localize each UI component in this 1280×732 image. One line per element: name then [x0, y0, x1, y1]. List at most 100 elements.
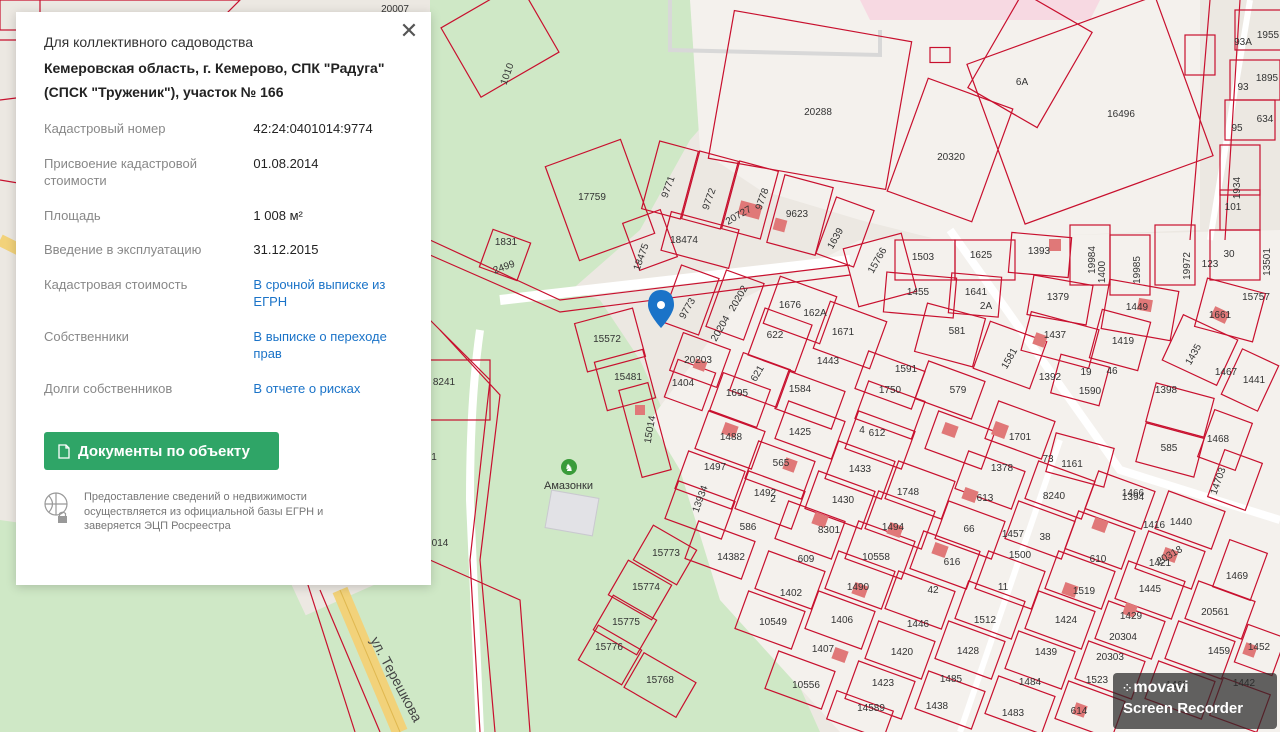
parcel-number-label: 1831 [495, 237, 518, 248]
parcel-number-label: 1497 [704, 462, 727, 473]
parcel-number-label: 1676 [779, 300, 802, 311]
parcel-number-label: 1695 [726, 388, 749, 399]
parcel-number-label: 1671 [832, 327, 855, 338]
parcel-number-label: 10558 [862, 552, 890, 563]
detail-row: Кадастровый номер 42:24:0401014:9774 [44, 120, 403, 138]
detail-link[interactable]: В выписке о переходе прав [253, 328, 403, 363]
parcel-number-label: 8240 [1043, 491, 1066, 502]
parcel-number-label: 1484 [1019, 677, 1042, 688]
detail-label: Присвоение кадастровой стоимости [44, 155, 198, 189]
document-icon [58, 443, 70, 459]
watermark-product: Screen Recorder [1123, 700, 1244, 717]
parcel-number-label: 1452 [1248, 642, 1271, 653]
close-icon[interactable]: ✕ [397, 20, 421, 44]
parcel-number-label: 46 [1106, 366, 1118, 377]
detail-label: Собственники [44, 328, 129, 344]
documents-button[interactable]: Документы по объекту [44, 432, 279, 470]
parcel-number-label: 581 [949, 326, 966, 337]
parcel-number-label: 586 [740, 522, 757, 533]
parcel-number-label: 9623 [786, 209, 809, 220]
parcel-number-label: 1406 [831, 615, 854, 626]
parcel-number-label: 15774 [632, 582, 660, 593]
parcel-number-label: 1407 [812, 644, 835, 655]
parcel-number-label: 2 [770, 494, 776, 505]
parcel-number-label: 1419 [1112, 336, 1135, 347]
detail-link[interactable]: В срочной выписке из ЕГРН [253, 276, 403, 311]
parcel-number-label: 1469 [1226, 571, 1249, 582]
parcel-number-label: 66 [963, 524, 975, 535]
parcel-number-label: 1503 [912, 252, 935, 263]
parcel-number-label: 1437 [1044, 330, 1067, 341]
parcel-number-label: 15773 [652, 548, 680, 559]
parcel-number-label: 1402 [780, 588, 803, 599]
parcel-number-label: 579 [950, 385, 967, 396]
parcel-number-label: 1445 [1139, 584, 1162, 595]
parcel-number-label: 1404 [672, 378, 695, 389]
parcel-number-label: 1459 [1208, 646, 1231, 657]
parcel-number-label: 1446 [907, 619, 930, 630]
parcel-number-label: 1392 [1039, 372, 1062, 383]
detail-value: 01.08.2014 [253, 155, 319, 171]
parcel-number-label: 1590 [1079, 386, 1102, 397]
parcel-number-label: 18474 [670, 235, 698, 246]
parcel-number-label: 1440 [1170, 517, 1193, 528]
parcel-number-label: 1584 [789, 384, 812, 395]
parcel-number-label: 20304 [1109, 632, 1137, 643]
parcel-number-label: 73 [1042, 454, 1054, 465]
parcel-number-label: 1934 [1232, 176, 1243, 199]
parcel-number-label: 4 [859, 425, 865, 436]
parcel-number-label: 6А [1016, 77, 1029, 88]
parcel-number-label: 1438 [926, 701, 949, 712]
parcel-number-label: 1423 [872, 678, 895, 689]
parcel-number-label: 1429 [1120, 611, 1143, 622]
parcel-number-label: 10556 [792, 680, 820, 691]
detail-label: Кадастровая стоимость [44, 276, 188, 292]
parcel-number-label: 15572 [593, 334, 621, 345]
detail-label: Кадастровый номер [44, 121, 166, 136]
parcel-number-label: 15768 [646, 675, 674, 686]
parcel-number-label: 19972 [1182, 252, 1193, 280]
property-details: Кадастровый номер 42:24:0401014:9774 Присв… [44, 120, 403, 397]
parcel-number-label: 15776 [595, 642, 623, 653]
parcel-number-label: 1512 [974, 615, 997, 626]
svg-text:♞: ♞ [565, 463, 574, 474]
parcel-number-label: 1378 [991, 463, 1014, 474]
parcel-number-label: 1466 [1122, 488, 1145, 499]
parcel-number-label: 1955 [1257, 30, 1280, 41]
parcel-number-label: 1494 [882, 522, 905, 533]
parcel-number-label: 1485 [940, 674, 963, 685]
detail-row: Собственники В выписке о переходе прав [44, 328, 403, 363]
detail-value: 1 008 м² [253, 207, 303, 223]
parcel-number-label: 93 [1237, 82, 1249, 93]
parcel-number-label: 1161 [1061, 459, 1083, 470]
parcel-number-label: 1701 [1009, 432, 1032, 443]
parcel-number-label: 1455 [907, 287, 930, 298]
parcel-number-label: 1468 [1207, 434, 1230, 445]
parcel-number-label: 1393 [1028, 246, 1051, 257]
detail-label: Площадь [44, 207, 101, 223]
parcel-number-label: 14589 [857, 703, 885, 714]
parcel-number-label: 1420 [891, 647, 914, 658]
detail-row: Кадастровая стоимость В срочной выписке и… [44, 276, 403, 311]
detail-row: Присвоение кадастровой стоимости 01.08.20… [44, 155, 403, 190]
disclaimer: Предоставление сведений о недвижимости о… [44, 490, 334, 534]
parcel-number-label: 20561 [1201, 607, 1229, 618]
detail-row: Долги собственников В отчете о рисках [44, 380, 403, 398]
detail-link[interactable]: В отчете о рисках [253, 380, 403, 398]
detail-value: 42:24:0401014:9774 [253, 121, 373, 136]
parcel-number-label: 1748 [897, 487, 920, 498]
parcel-number-label: 610 [1090, 554, 1107, 565]
parcel-number-label: 10549 [759, 617, 787, 628]
parcel-number-label: 20288 [804, 107, 832, 118]
parcel-number-label: 2А [980, 301, 993, 312]
detail-label: Долги собственников [44, 380, 173, 396]
parcel-number-label: 14382 [717, 552, 745, 563]
parcel-number-label: 1449 [1126, 302, 1149, 313]
parcel-number-label: 20203 [684, 355, 712, 366]
recorder-watermark: ⁘ movavi Screen Recorder [1113, 673, 1277, 729]
parcel-number-label: 1416 [1143, 520, 1166, 531]
detail-row: Площадь 1 008 м² [44, 207, 403, 225]
parcel-number-label: 1398 [1155, 385, 1178, 396]
parcel-number-label: 16496 [1107, 109, 1135, 120]
parcel-number-label: 38 [1039, 532, 1051, 543]
